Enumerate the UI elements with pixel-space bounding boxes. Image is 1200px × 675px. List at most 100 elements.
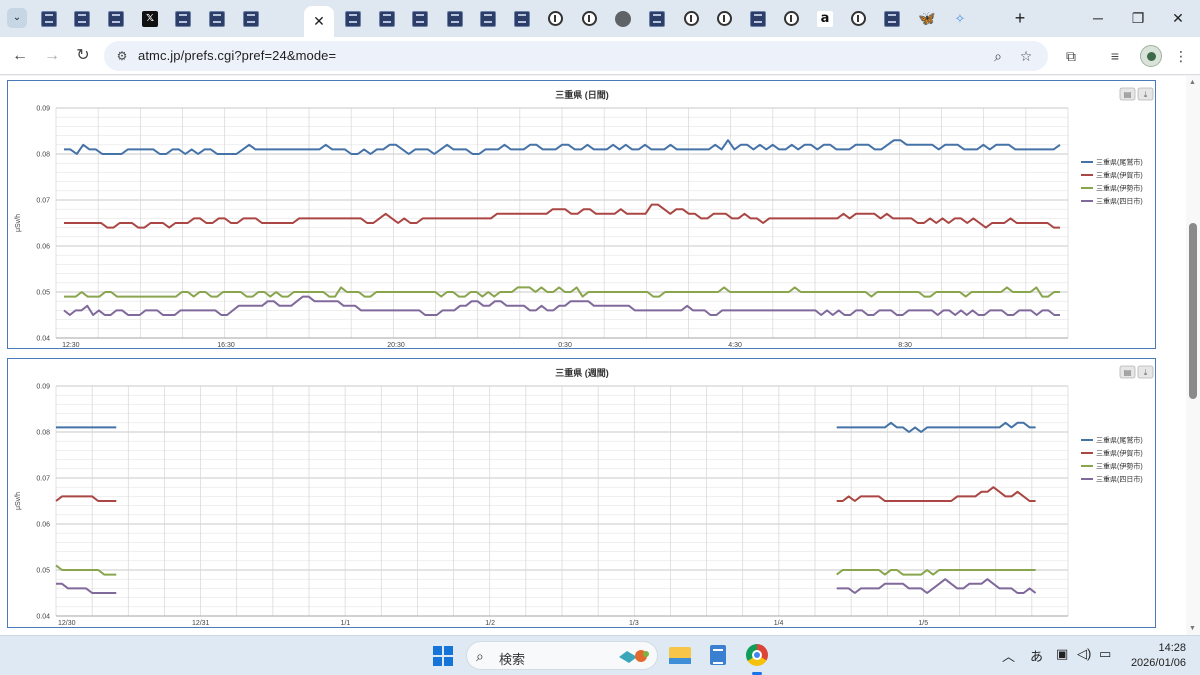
x-tick-label: 0:30: [558, 342, 572, 348]
x-tick-label: 12/30: [58, 620, 76, 627]
circle-site-icon: [716, 11, 732, 26]
chrome-icon: [746, 644, 768, 666]
start-button[interactable]: [433, 646, 453, 666]
scrollbar-thumb[interactable]: [1189, 223, 1197, 399]
zoom-icon[interactable]: ⌕: [988, 46, 1008, 66]
browser-tab[interactable]: [338, 6, 368, 31]
navy-site-icon: [649, 10, 665, 27]
y-tick-label: 0.07: [36, 198, 50, 205]
close-window-button[interactable]: ✕: [1163, 8, 1193, 28]
y-tick-label: 0.05: [36, 568, 50, 575]
legend-entry: 三重県(伊勢市): [1096, 184, 1143, 193]
tray-overflow-icon[interactable]: ︿: [1002, 646, 1015, 665]
browser-tab[interactable]: [574, 6, 604, 31]
legend-entry: 三重県(尾鷲市): [1096, 158, 1143, 167]
browser-tab[interactable]: 𝕏: [135, 6, 165, 31]
browser-tab[interactable]: a: [810, 6, 840, 31]
navy-site-icon: [74, 10, 90, 27]
y-tick-label: 0.08: [36, 430, 50, 437]
notepad-icon: [710, 645, 726, 665]
browser-tab[interactable]: [776, 6, 806, 31]
download-icon: ⤓: [1144, 90, 1148, 99]
new-tab-button[interactable]: +: [1009, 7, 1031, 29]
x-tick-label: 1/2: [485, 620, 495, 627]
chart-title: 三重県 (日間): [555, 89, 609, 100]
browser-tab[interactable]: [34, 6, 64, 31]
profile-avatar[interactable]: [1140, 45, 1162, 67]
ime-indicator[interactable]: あ: [1030, 646, 1043, 665]
browser-tab[interactable]: [236, 6, 266, 31]
chrome-app[interactable]: [744, 642, 770, 668]
browser-tab[interactable]: [473, 6, 503, 31]
reload-button[interactable]: ↻: [71, 44, 95, 68]
page-scrollbar[interactable]: ▲ ▼: [1186, 76, 1200, 635]
series-line: [55, 495, 117, 502]
maximize-button[interactable]: ❐: [1123, 8, 1153, 28]
browser-tab[interactable]: [608, 6, 638, 31]
taskbar-search[interactable]: ⌕ 検索: [466, 641, 658, 670]
bookmark-star-icon[interactable]: ☆: [1016, 46, 1036, 66]
more-menu-icon[interactable]: ⋮: [1170, 45, 1192, 67]
browser-tab[interactable]: [709, 6, 739, 31]
x-tick-label: 4:30: [728, 342, 742, 348]
media-control-icon[interactable]: ≡: [1104, 45, 1126, 67]
url-text[interactable]: atmc.jp/prefs.cgi?pref=24&mode=: [138, 48, 336, 63]
series-line: [836, 578, 1037, 594]
browser-tab[interactable]: ✕: [304, 6, 334, 37]
browser-tab[interactable]: [540, 6, 570, 31]
legend-entry: 三重県(伊勢市): [1096, 462, 1143, 471]
browser-tab[interactable]: [507, 6, 537, 31]
y-tick-label: 0.06: [36, 522, 50, 529]
system-clock[interactable]: 14:28 2026/01/06: [1131, 641, 1186, 671]
tab-search-button[interactable]: ⌄: [7, 8, 27, 28]
address-bar[interactable]: ⚙ atmc.jp/prefs.cgi?pref=24&mode= ⌕ ☆: [104, 41, 1048, 71]
y-axis-label: μSv/h: [15, 214, 22, 232]
volume-icon[interactable]: ◁): [1077, 646, 1091, 662]
x-tick-label: 1/4: [774, 620, 784, 627]
browser-tab[interactable]: [877, 6, 907, 31]
browser-tab[interactable]: [405, 6, 435, 31]
legend-entry: 三重県(尾鷲市): [1096, 436, 1143, 445]
browser-tab[interactable]: [676, 6, 706, 31]
browser-tab[interactable]: [168, 6, 198, 31]
scroll-down-arrow-icon[interactable]: ▼: [1189, 625, 1196, 632]
notepad-app[interactable]: [705, 642, 731, 668]
site-info-icon[interactable]: ⚙: [114, 48, 130, 64]
browser-tab[interactable]: 🦋: [912, 6, 942, 31]
browser-tab[interactable]: [843, 6, 873, 31]
search-icon: ⌕: [476, 648, 484, 664]
x-tick-label: 1/5: [918, 620, 928, 627]
y-tick-label: 0.05: [36, 290, 50, 297]
search-highlight-icon: [619, 650, 649, 663]
extensions-icon[interactable]: ⧉: [1060, 45, 1082, 67]
x-tick-label: 12/31: [192, 620, 210, 627]
legend-entry: 三重県(伊賀市): [1096, 171, 1143, 180]
browser-tab[interactable]: ✧: [945, 6, 975, 31]
back-button[interactable]: ←: [8, 44, 32, 68]
navy-site-icon: [175, 10, 191, 27]
file-explorer-app[interactable]: [667, 642, 693, 668]
network-icon[interactable]: ▣: [1056, 646, 1068, 662]
navy-site-icon: [480, 10, 496, 27]
browser-tab[interactable]: [101, 6, 131, 31]
circle-site-icon: [581, 11, 597, 26]
navy-site-icon: [412, 10, 428, 27]
browser-tab[interactable]: [372, 6, 402, 31]
browser-tab[interactable]: [67, 6, 97, 31]
battery-icon[interactable]: ▭: [1099, 646, 1111, 662]
browser-tab[interactable]: [202, 6, 232, 31]
forward-button[interactable]: →: [40, 44, 64, 68]
y-axis-label: μSv/h: [15, 492, 22, 510]
x-tick-label: 12:30: [62, 342, 80, 348]
legend-entry: 三重県(四日市): [1096, 197, 1143, 206]
scroll-up-arrow-icon[interactable]: ▲: [1189, 79, 1196, 86]
navy-site-icon: [108, 10, 124, 27]
browser-tab[interactable]: [440, 6, 470, 31]
x-logo-icon: 𝕏: [142, 10, 158, 27]
legend-entry: 三重県(四日市): [1096, 475, 1143, 484]
browser-tab[interactable]: [743, 6, 773, 31]
close-icon[interactable]: ✕: [313, 13, 325, 30]
navy-site-icon: [209, 10, 225, 27]
browser-tab[interactable]: [642, 6, 672, 31]
minimize-button[interactable]: ─: [1083, 8, 1113, 28]
